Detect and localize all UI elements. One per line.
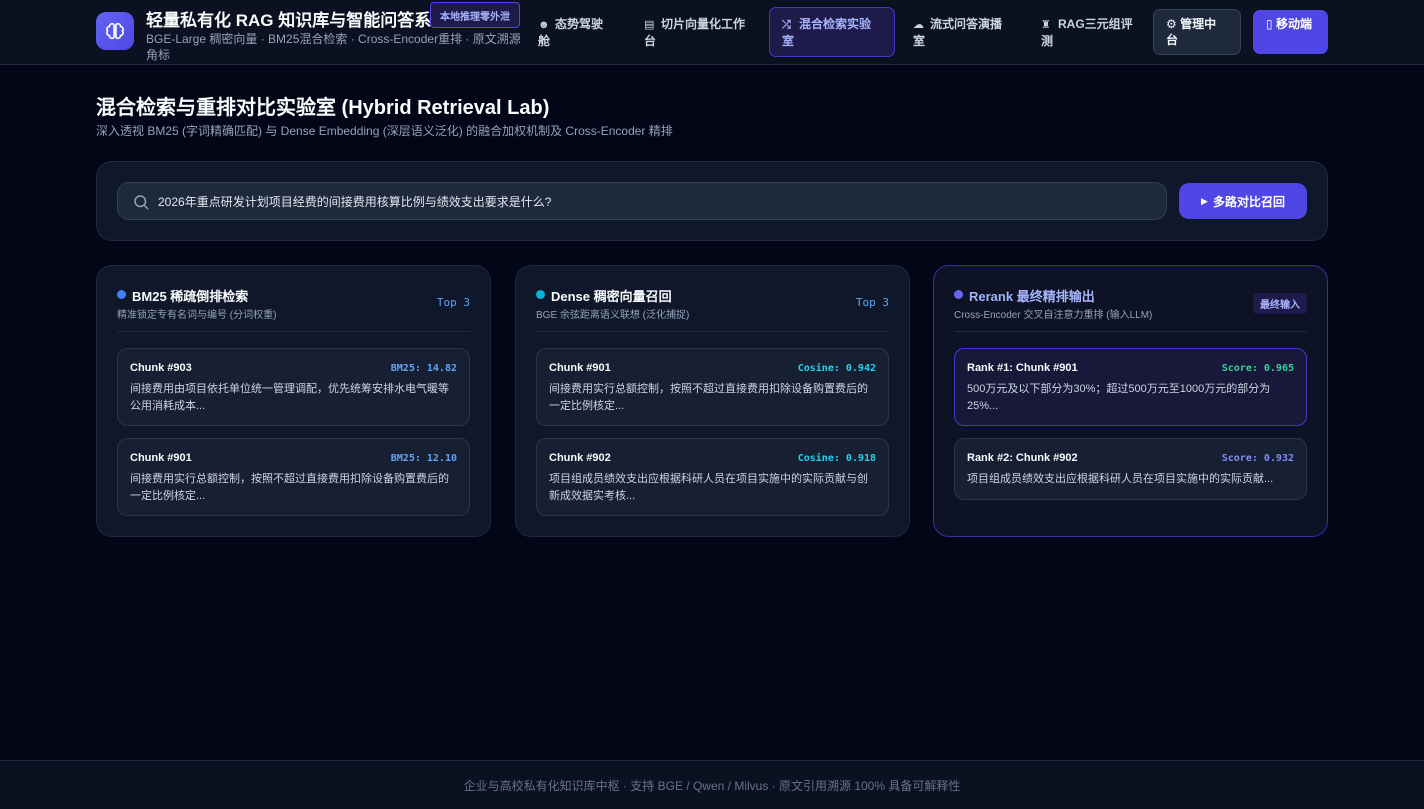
rank-card[interactable]: Rank #2: Chunk #902 Score: 0.932 项目组成员绩效…: [954, 438, 1307, 500]
dense-column: Dense 稠密向量召回 BGE 余弦距离语义联想 (泛化捕捉) Top 3 C…: [515, 265, 910, 537]
rerank-score: Score: 0.932: [1221, 453, 1294, 464]
recall-button-label: 多路对比召回: [1212, 194, 1285, 209]
gear-icon: ⚙: [1166, 17, 1177, 31]
chat-icon: ☁: [913, 18, 924, 31]
blue-dot-icon: [117, 290, 126, 299]
nav-streaming-qa[interactable]: ☁ 流式问答演播室: [913, 7, 1013, 57]
chunk-text: 项目组成员绩效支出应根据科研人员在项目实施中的实际贡献与创新成效据实考核...: [549, 473, 868, 502]
brain-logo-icon[interactable]: [96, 12, 134, 50]
column-title: Dense 稠密向量召回: [551, 289, 672, 304]
chunk-card[interactable]: Chunk #902 Cosine: 0.918 项目组成员绩效支出应根据科研人…: [536, 438, 889, 516]
nav-label: 混合检索实验室: [782, 16, 872, 48]
local-inference-badge: 本地推理零外泄: [430, 2, 520, 28]
search-panel: ▶ 多路对比召回: [96, 161, 1328, 241]
footer: 企业与高校私有化知识库中枢 · 支持 BGE / Qwen / Milvus ·…: [0, 760, 1424, 809]
column-title: Rerank 最终精排输出: [969, 289, 1095, 304]
chunk-title: Chunk #902: [549, 452, 611, 464]
multi-route-recall-button[interactable]: ▶ 多路对比召回: [1179, 183, 1307, 219]
rank-title: Rank #2: Chunk #902: [967, 452, 1078, 464]
bm25-score: BM25: 14.82: [390, 363, 457, 374]
top-k-tag: Top 3: [855, 296, 889, 309]
chunk-text: 项目组成员绩效支出应根据科研人员在项目实施中的实际贡献...: [967, 473, 1274, 485]
footer-text: 企业与高校私有化知识库中枢 · 支持 BGE / Qwen / Milvus ·…: [463, 778, 961, 793]
medal-icon: ♜: [1041, 18, 1051, 31]
app-title: 轻量私有化 RAG 知识库与智能问答系统: [146, 11, 449, 30]
search-box[interactable]: [117, 182, 1167, 220]
nav-hybrid-retrieval-lab[interactable]: ⤮ 混合检索实验室: [769, 7, 895, 57]
rank-title: Rank #1: Chunk #901: [967, 362, 1078, 374]
phone-icon: ▯: [1266, 17, 1273, 31]
chunk-card[interactable]: Chunk #903 BM25: 14.82 间接费用由项目依托单位统一管理调配…: [117, 348, 470, 426]
mobile-button[interactable]: ▯ 移动端: [1253, 10, 1328, 54]
column-header: BM25 稀疏倒排检索 精准锁定专有名词与编号 (分词权重) Top 3: [117, 286, 470, 332]
chunk-title: Chunk #901: [549, 362, 611, 374]
mobile-label: 移动端: [1275, 17, 1312, 31]
page-subtitle: 深入透视 BM25 (字词精确匹配) 与 Dense Embedding (深层…: [96, 124, 673, 138]
chunk-text: 间接费用实行总额控制，按照不超过直接费用扣除设备购置费后的一定比例核定...: [549, 383, 868, 412]
chunk-title: Chunk #903: [130, 362, 192, 374]
nav-label: 切片向量化工作台: [644, 16, 746, 48]
app-subtitle: BGE-Large 稠密向量 · BM25混合检索 · Cross-Encode…: [146, 32, 521, 62]
page-title: 混合检索与重排对比实验室 (Hybrid Retrieval Lab): [96, 97, 550, 119]
top-header: 轻量私有化 RAG 知识库与智能问答系统 本地推理零外泄 BGE-Large 稠…: [0, 0, 1424, 65]
nav-rag-triad-eval[interactable]: ♜ RAG三元组评测: [1041, 7, 1141, 57]
cosine-score: Cosine: 0.942: [797, 363, 876, 374]
admin-console-button[interactable]: ⚙ 管理中台: [1153, 9, 1241, 55]
rank-card[interactable]: Rank #1: Chunk #901 Score: 0.965 500万元及以…: [954, 348, 1307, 426]
bm25-column: BM25 稀疏倒排检索 精准锁定专有名词与编号 (分词权重) Top 3 Chu…: [96, 265, 491, 537]
column-title: BM25 稀疏倒排检索: [132, 289, 249, 304]
chunk-card[interactable]: Chunk #901 BM25: 12.10 间接费用实行总额控制，按照不超过直…: [117, 438, 470, 516]
column-header: Rerank 最终精排输出 Cross-Encoder 交叉自注意力重排 (输入…: [954, 286, 1307, 332]
nav-dashboard[interactable]: ☻ 态势驾驶舱: [538, 7, 610, 57]
bm25-score: BM25: 12.10: [390, 453, 457, 464]
search-icon: [134, 195, 149, 210]
search-input[interactable]: [158, 183, 1153, 219]
column-subtitle: Cross-Encoder 交叉自注意力重排 (输入LLM): [954, 310, 1153, 321]
chunk-text: 间接费用实行总额控制，按照不超过直接费用扣除设备购置费后的一定比例核定...: [130, 473, 449, 502]
shuffle-icon: ⤮: [782, 18, 791, 31]
top-k-tag: Top 3: [436, 296, 470, 309]
column-subtitle: BGE 余弦距离语义联想 (泛化捕捉): [536, 310, 690, 321]
column-subtitle: 精准锁定专有名词与编号 (分词权重): [117, 310, 277, 321]
chunk-card[interactable]: Chunk #901 Cosine: 0.942 间接费用实行总额控制，按照不超…: [536, 348, 889, 426]
nav-label: RAG三元组评测: [1041, 16, 1133, 48]
indigo-dot-icon: [954, 290, 963, 299]
nav-chunking-workbench[interactable]: ▤ 切片向量化工作台: [644, 7, 754, 57]
chunk-text: 间接费用由项目依托单位统一管理调配，优先统筹安排水电气暖等公用消耗成本...: [130, 383, 449, 412]
rerank-column: Rerank 最终精排输出 Cross-Encoder 交叉自注意力重排 (输入…: [933, 265, 1328, 537]
column-header: Dense 稠密向量召回 BGE 余弦距离语义联想 (泛化捕捉) Top 3: [536, 286, 889, 332]
play-icon: ▶: [1201, 195, 1208, 206]
nav-label: 流式问答演播室: [913, 16, 1003, 48]
cyan-dot-icon: [536, 290, 545, 299]
cosine-score: Cosine: 0.918: [797, 453, 876, 464]
chunk-title: Chunk #901: [130, 452, 192, 464]
rerank-score: Score: 0.965: [1221, 363, 1294, 374]
chunk-text: 500万元及以下部分为30%；超过500万元至1000万元的部分为25%...: [967, 383, 1271, 412]
final-input-badge: 最终输入: [1253, 293, 1307, 314]
document-icon: ▤: [644, 18, 655, 31]
dashboard-icon: ☻: [538, 18, 550, 31]
